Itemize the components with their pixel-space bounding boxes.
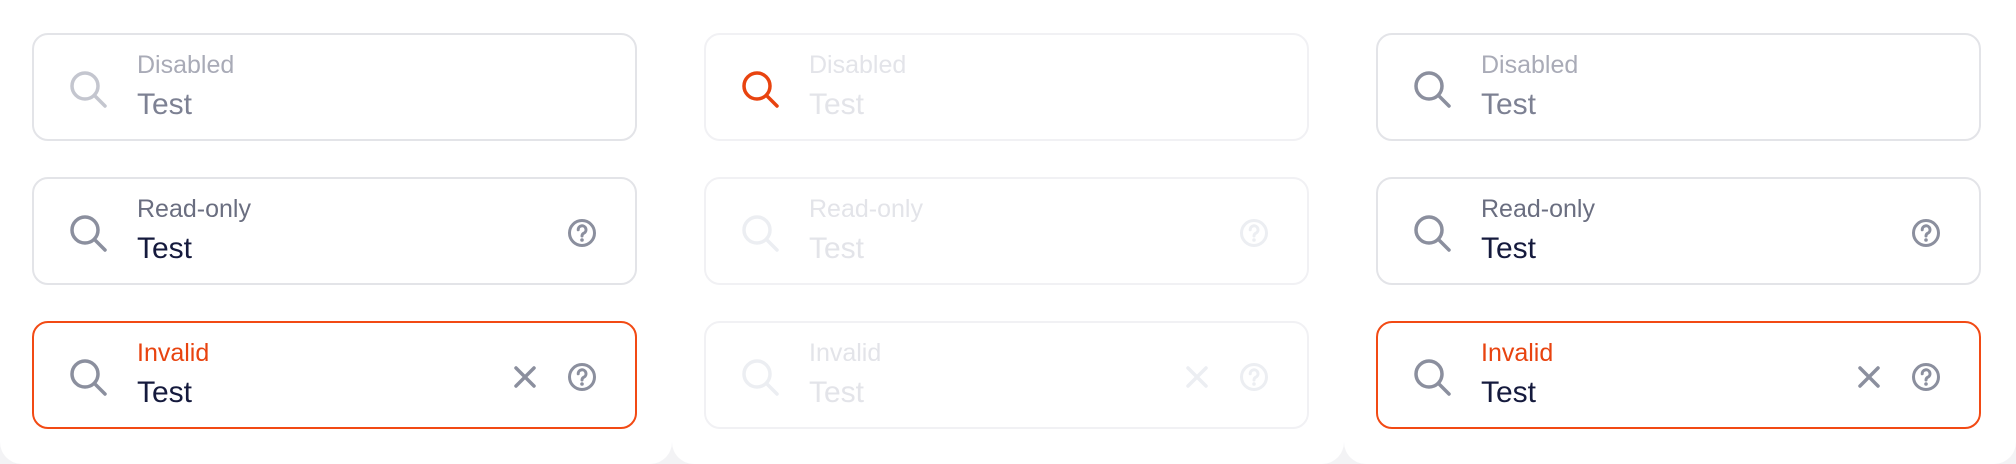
field-value: Test xyxy=(137,88,193,121)
search-icon xyxy=(70,71,107,108)
help-icon[interactable] xyxy=(566,217,598,249)
field-value: Test xyxy=(809,376,865,409)
field-value: Test xyxy=(1481,232,1537,265)
search-field-invalid: Invalid Test xyxy=(704,321,1309,429)
search-icon xyxy=(1414,359,1451,396)
field-label: Read-only xyxy=(1481,195,1595,223)
search-field-readonly[interactable]: Read-only Test xyxy=(32,177,637,285)
help-icon[interactable] xyxy=(1910,361,1942,393)
field-value: Test xyxy=(137,376,193,409)
field-label: Disabled xyxy=(137,51,235,79)
help-icon[interactable] xyxy=(1910,217,1942,249)
search-field-readonly: Read-only Test xyxy=(704,177,1309,285)
search-icon xyxy=(742,71,779,108)
stage: Disabled Test Read-only Test Invalid Tes… xyxy=(0,0,2016,464)
field-label: Disabled xyxy=(1481,51,1579,79)
panel-right: Disabled Test Read-only Test Invalid Tes… xyxy=(1344,0,2016,464)
help-icon xyxy=(1240,219,1268,247)
field-label: Invalid xyxy=(809,339,882,367)
field-value: Test xyxy=(1481,376,1537,409)
close-icon[interactable] xyxy=(1855,363,1883,391)
search-field-readonly[interactable]: Read-only Test xyxy=(1376,177,1981,285)
field-value: Test xyxy=(809,232,865,265)
search-field-disabled: Disabled Test xyxy=(1376,33,1981,141)
search-icon xyxy=(70,359,107,396)
search-field-disabled: Disabled Test xyxy=(32,33,637,141)
search-field-disabled: Disabled Test xyxy=(704,33,1309,141)
field-label: Invalid xyxy=(1481,339,1554,367)
panel-left: Disabled Test Read-only Test Invalid Tes… xyxy=(0,0,672,464)
panel-middle: Disabled Test Read-only Test Invalid Tes… xyxy=(672,0,1344,464)
field-value: Test xyxy=(809,88,865,121)
close-icon[interactable] xyxy=(511,363,539,391)
field-label: Read-only xyxy=(137,195,251,223)
search-icon xyxy=(1414,71,1451,108)
close-icon xyxy=(1186,366,1208,388)
field-label: Disabled xyxy=(809,51,907,79)
field-label: Invalid xyxy=(137,339,210,367)
field-label: Read-only xyxy=(809,195,923,223)
search-icon xyxy=(1414,215,1451,252)
search-icon xyxy=(742,215,779,252)
search-icon xyxy=(70,215,107,252)
field-value: Test xyxy=(1481,88,1537,121)
field-value: Test xyxy=(137,232,193,265)
search-icon xyxy=(742,359,779,396)
search-field-invalid[interactable]: Invalid Test xyxy=(1376,321,1981,429)
help-icon xyxy=(1240,363,1268,391)
help-icon[interactable] xyxy=(566,361,598,393)
search-field-invalid[interactable]: Invalid Test xyxy=(32,321,637,429)
